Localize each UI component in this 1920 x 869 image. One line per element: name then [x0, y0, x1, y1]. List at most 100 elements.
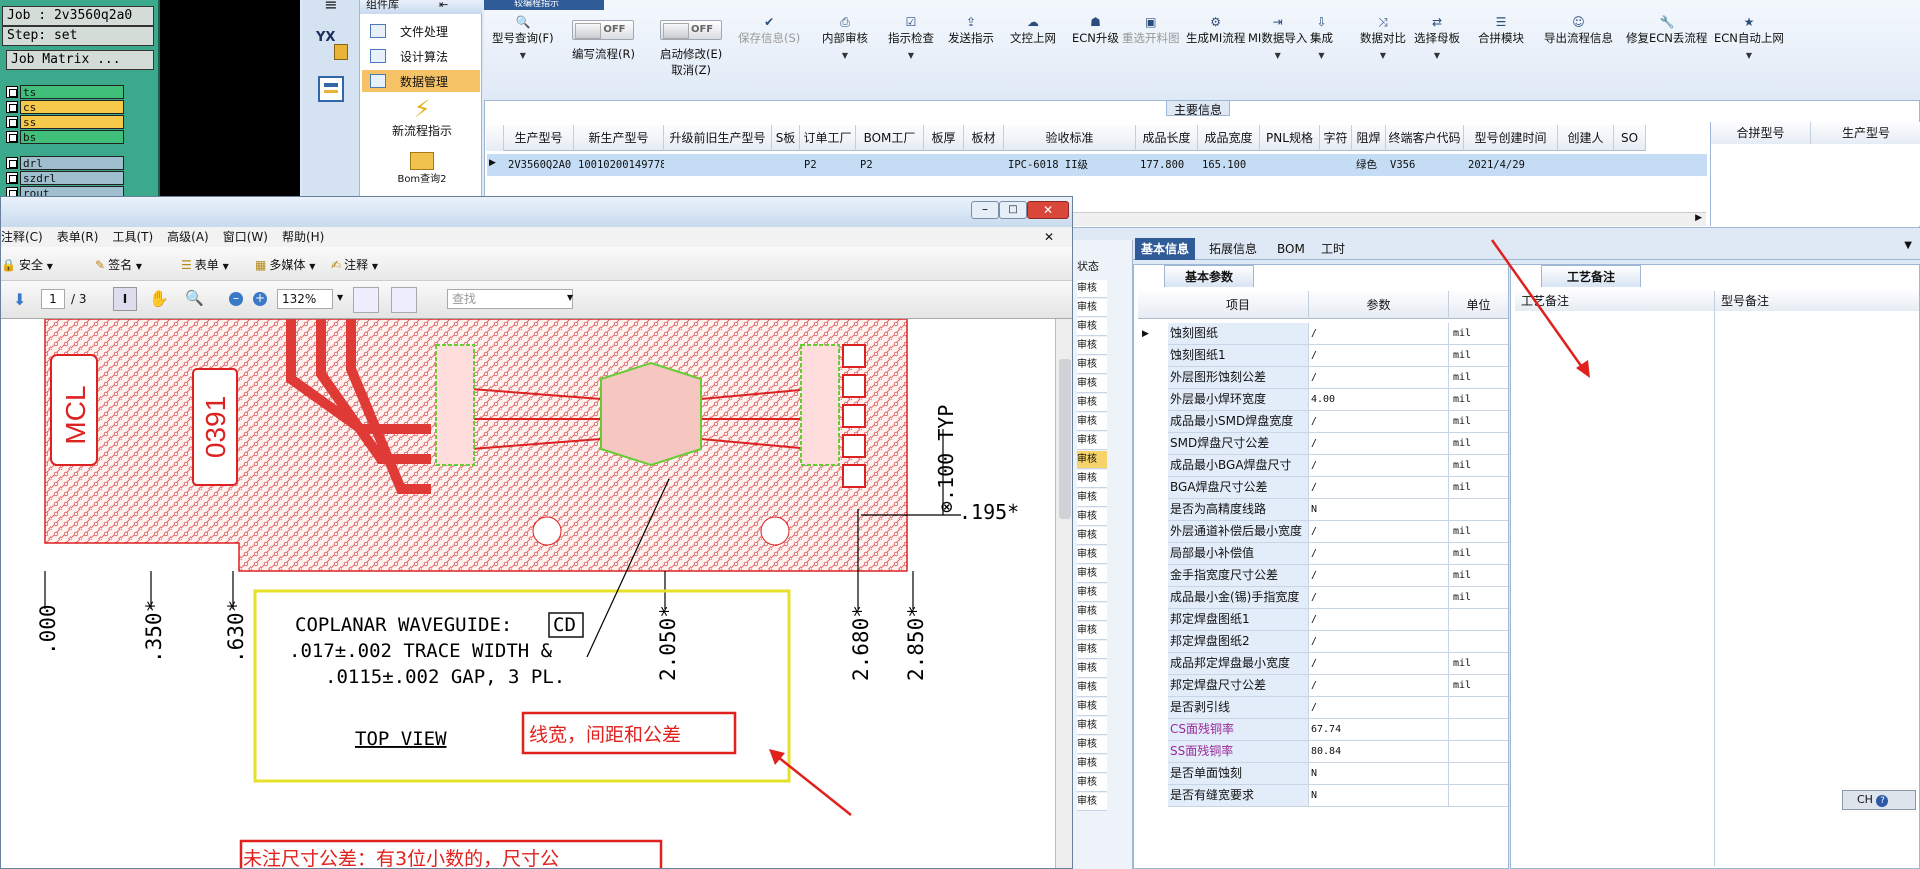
column-header[interactable]: 新生产型号 — [574, 125, 664, 151]
maximize-button[interactable]: □ — [999, 201, 1027, 219]
toolbar-button[interactable]: ⇥ MI数据导入 ▼ — [1248, 12, 1307, 86]
close-button[interactable]: ✕ — [1027, 201, 1069, 219]
checkbox-icon[interactable] — [6, 100, 18, 113]
ime-indicator[interactable]: CH ? — [1842, 790, 1916, 810]
zoom-input[interactable]: 132% — [277, 289, 333, 309]
toolbar-button[interactable]: ✔ 保存信息(S) — [738, 12, 800, 86]
column-header[interactable]: BOM工厂 — [856, 125, 924, 151]
search-input[interactable]: 查找 — [447, 289, 573, 309]
hamburger-icon[interactable]: ≡ — [318, 0, 344, 14]
layer-row[interactable]: cs — [6, 99, 124, 114]
param-value[interactable]: N — [1309, 763, 1449, 784]
param-value[interactable]: / — [1309, 433, 1449, 454]
pdf-toolbar-button[interactable]: ✍ 注释 ▼ — [331, 256, 378, 274]
fit-width-icon[interactable] — [391, 287, 417, 313]
params-row[interactable]: BGA焊盘尺寸公差 / mil — [1168, 477, 1508, 499]
pdf-menu-item[interactable]: 窗口(W) — [223, 230, 268, 244]
column-header[interactable]: 型号创建时间 — [1464, 125, 1558, 151]
param-value[interactable]: / — [1309, 455, 1449, 476]
param-value[interactable]: / — [1309, 477, 1449, 498]
checkbox-icon[interactable] — [6, 171, 18, 184]
param-value[interactable]: 67.74 — [1309, 719, 1449, 740]
toolbar-button[interactable]: ☰ 合拼模块 — [1478, 12, 1524, 86]
checkbox-icon[interactable] — [6, 156, 18, 169]
pdf-scrollbar[interactable] — [1055, 319, 1072, 868]
pdf-toolbar-button[interactable]: ▦ 多媒体 ▼ — [255, 256, 315, 274]
toolbar-button[interactable]: 🔧 修复ECN丢流程 — [1626, 12, 1707, 86]
param-value[interactable]: 80.84 — [1309, 741, 1449, 762]
pdf-toolbar-button[interactable]: ✎ 签名 ▼ — [95, 256, 142, 274]
params-row[interactable]: SMD焊盘尺寸公差 / mil — [1168, 433, 1508, 455]
params-row[interactable]: 局部最小补偿值 / mil — [1168, 543, 1508, 565]
params-row[interactable]: 外层通道补偿后最小宽度 / mil — [1168, 521, 1508, 543]
params-row[interactable]: 成品最小BGA焊盘尺寸 / mil — [1168, 455, 1508, 477]
column-header[interactable]: 终端客户代码 — [1386, 125, 1464, 151]
tab-3[interactable]: 工时 — [1315, 238, 1351, 260]
column-header[interactable]: 生产型号 — [504, 125, 574, 151]
toolbar-button[interactable]: ☑ 指示检查 ▼ — [888, 12, 934, 86]
column-header[interactable]: 升级前旧生产型号 — [664, 125, 772, 151]
tab-1[interactable]: 拓展信息 — [1203, 238, 1263, 260]
param-value[interactable]: / — [1309, 675, 1449, 696]
params-row[interactable]: 成品邦定焊盘最小宽度 / mil — [1168, 653, 1508, 675]
layer-row[interactable]: ss — [6, 114, 124, 129]
toolbar-button[interactable]: OFF 启动修改(E) 取消(Z) — [660, 12, 722, 86]
toolbar-button[interactable]: ⚙ 生成MI流程 — [1186, 12, 1245, 86]
column-header[interactable]: S板 — [772, 125, 800, 151]
toolbar-button[interactable]: ☺ 导出流程信息 — [1544, 12, 1613, 86]
layer-row[interactable]: bs — [6, 129, 124, 144]
param-value[interactable]: N — [1309, 785, 1449, 806]
toggle-switch[interactable]: OFF — [660, 20, 723, 40]
tab-0[interactable]: 基本信息 — [1135, 238, 1196, 260]
chevron-down-icon[interactable]: ▼ — [567, 293, 573, 302]
pdf-menu-item[interactable]: 帮助(H) — [282, 230, 324, 244]
param-value[interactable]: 4.00 — [1309, 389, 1449, 410]
pdf-page[interactable]: MCL 0391 .000 .350* .630* 2.050* 2.680* … — [1, 319, 1055, 868]
column-header[interactable]: 字符 — [1320, 125, 1352, 151]
hand-tool-icon[interactable]: ✋ — [149, 289, 169, 308]
tab-2[interactable]: BOM — [1271, 238, 1311, 260]
param-value[interactable]: / — [1309, 697, 1449, 718]
column-header[interactable]: 成品长度 — [1136, 125, 1198, 151]
pdf-menu-item[interactable]: 工具(T) — [112, 230, 153, 244]
minimize-button[interactable]: – — [971, 201, 999, 219]
toolbar-button[interactable]: ⎙ 内部审核 ▼ — [822, 12, 868, 86]
params-row[interactable]: 外层最小焊环宽度 4.00 mil — [1168, 389, 1508, 411]
menu-item-algorithm[interactable]: 设计算法 — [362, 45, 480, 67]
layer-row[interactable]: drl — [6, 155, 124, 170]
tab-partial[interactable]: 较编程指示 — [484, 0, 604, 10]
param-value[interactable]: / — [1309, 609, 1449, 630]
params-row[interactable]: 蚀刻图纸 / mil — [1168, 323, 1508, 345]
fit-page-icon[interactable] — [353, 287, 379, 313]
page-number-input[interactable]: 1 — [41, 289, 65, 309]
arrow-down-icon[interactable]: ⬇ — [13, 290, 26, 309]
pdf-toolbar-button[interactable]: ☰ 表单 ▼ — [181, 256, 229, 274]
param-value[interactable]: / — [1309, 587, 1449, 608]
param-value[interactable]: / — [1309, 631, 1449, 652]
toolbar-button[interactable]: 🔍 型号查询(F) ▼ — [492, 12, 554, 86]
params-row[interactable]: 是否有缝宽要求 N — [1168, 785, 1508, 807]
param-value[interactable]: / — [1309, 543, 1449, 564]
params-row[interactable]: 邦定焊盘图纸1/ — [1168, 609, 1508, 631]
pdf-menu-item[interactable]: 高级(A) — [167, 230, 209, 244]
chevron-down-icon[interactable]: ▼ — [337, 293, 343, 302]
pdf-toolbar-button[interactable]: 🔒 安全 ▼ — [1, 256, 53, 274]
close-icon[interactable]: ✕ — [1044, 227, 1054, 247]
toolbar-button[interactable]: ☁ 文控上网 — [1010, 12, 1056, 86]
tab-basic-params[interactable]: 基本参数 — [1164, 265, 1254, 287]
toolbar-button[interactable]: ⇩ 集成 ▼ — [1310, 12, 1333, 86]
params-row[interactable]: 是否单面蚀刻 N — [1168, 763, 1508, 785]
toolbar-button[interactable]: ⇪ 发送指示 — [948, 12, 994, 86]
layer-row[interactable]: szdrl — [6, 170, 124, 185]
toolbar-button[interactable]: ⤨ 数据对比 ▼ — [1360, 12, 1406, 86]
menu-item-file[interactable]: 文件处理 — [362, 20, 480, 42]
pdf-menu-item[interactable]: 表单(R) — [57, 230, 99, 244]
column-header[interactable]: PNL规格 — [1260, 125, 1320, 151]
layer-row[interactable]: ts — [6, 84, 124, 99]
zoom-in-icon[interactable]: + — [253, 292, 267, 306]
toolbar-button[interactable]: OFF 编写流程(R) — [572, 12, 635, 86]
column-header[interactable]: 板厚 — [924, 125, 964, 151]
toolbar-button[interactable]: ⇄ 选择母板 ▼ — [1414, 12, 1460, 86]
job-matrix-button[interactable]: Job Matrix ... — [6, 50, 154, 70]
params-row[interactable]: 邦定焊盘图纸2/ — [1168, 631, 1508, 653]
